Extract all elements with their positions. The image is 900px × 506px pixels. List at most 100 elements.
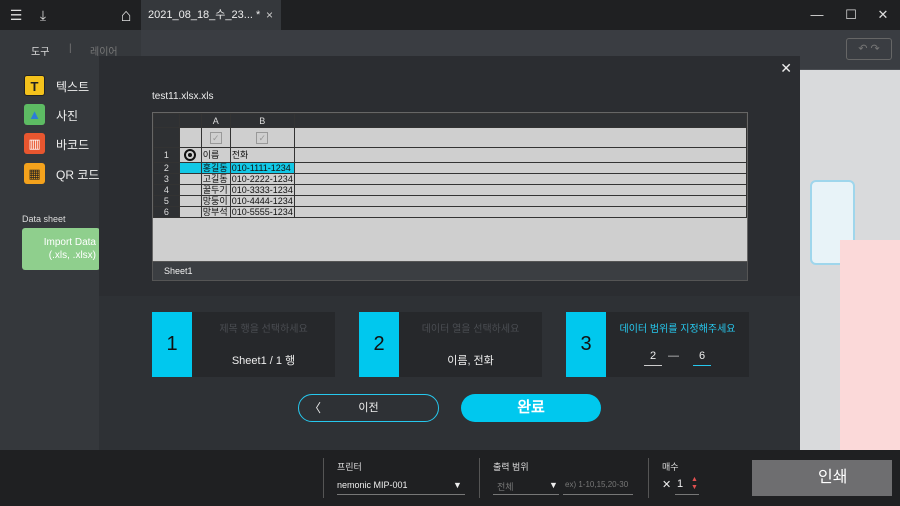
qr-code-icon: ▦	[24, 163, 45, 184]
printer-select[interactable]: nemonic MIP-001	[337, 480, 408, 490]
tool-qrcode-label: QR 코드	[56, 168, 100, 182]
caret-down-icon[interactable]: ▼	[453, 480, 462, 490]
download-icon[interactable]: ⤓	[35, 7, 51, 23]
tool-barcode-label: 바코드	[56, 138, 90, 152]
table-row[interactable]: 6 망부석 010-5555-1234	[153, 206, 748, 218]
copies-stepper-icon[interactable]: ▲ ▼	[691, 476, 698, 492]
table-row[interactable]: 4 꿀두기 010-3333-1234	[153, 184, 748, 196]
column-a-checkbox-cell[interactable]: ✓	[200, 127, 231, 148]
caret-down-icon[interactable]: ▼	[549, 480, 558, 490]
cell-radio-empty	[178, 184, 202, 196]
cell-empty	[293, 206, 748, 218]
dialog-close-icon[interactable]: ✕	[780, 60, 792, 77]
step-title: 제목 행을 선택하세요	[219, 324, 308, 335]
row-number: 1	[153, 147, 180, 163]
tab-separator: |	[69, 43, 72, 54]
copies-multiply-icon: ✕	[662, 479, 672, 491]
spreadsheet-preview: A B ✓ ✓ 1 이름 전화 2 홍길동 010-1111-1234 3 고길…	[152, 112, 748, 262]
menu-icon[interactable]: ☰	[8, 7, 24, 23]
cell-empty	[293, 184, 748, 196]
title-row-radio[interactable]	[184, 149, 197, 161]
cell-radio-empty	[178, 206, 202, 218]
range-inputs: 2 — 6	[606, 350, 749, 368]
cell-b: 010-2222-1234	[229, 173, 295, 185]
cell-b: 010-4444-1234	[229, 195, 295, 207]
printer-select-underline	[337, 494, 465, 495]
step-number: 1	[152, 312, 192, 377]
file-name: test11.xlsx.xls	[152, 91, 214, 102]
table-row[interactable]: 1 이름 전화	[153, 147, 748, 163]
table-row[interactable]: 3 고길동 010-2222-1234	[153, 173, 748, 185]
copies-underline	[675, 494, 699, 495]
import-data-line1: Import Data	[43, 237, 96, 248]
column-b-checkbox-cell[interactable]: ✓	[229, 127, 295, 148]
check-cell-empty	[293, 127, 748, 148]
step-number: 2	[359, 312, 399, 377]
title-row-radio-cell[interactable]	[178, 147, 202, 163]
row-number: 6	[153, 206, 180, 218]
cell-radio-empty	[178, 173, 202, 185]
table-row[interactable]: 5 망둥이 010-4444-1234	[153, 195, 748, 207]
import-data-button[interactable]: Import Data (.xls, .xlsx)	[22, 228, 100, 270]
range-from-input[interactable]: 2	[644, 350, 662, 366]
minimize-button[interactable]: —	[800, 0, 834, 30]
chevron-left-icon: 〈	[309, 401, 322, 415]
cell-b: 전화	[229, 147, 295, 163]
canvas-decoration	[840, 240, 900, 450]
cell-a: 꿀두기	[200, 184, 231, 196]
check-cell-empty	[178, 127, 202, 148]
column-header-b: B	[229, 113, 295, 128]
print-range-underline	[493, 494, 559, 495]
title-bar: ☰ ⤓ ⌂ 2021_08_18_수_23... * × — ☐ ✕	[0, 0, 900, 30]
text-icon: T	[24, 75, 45, 96]
step-title: 데이터 열을 선택하세요	[421, 324, 520, 335]
step-2-data-columns[interactable]: 2 데이터 열을 선택하세요 이름, 전화	[359, 312, 542, 377]
cell-empty	[293, 195, 748, 207]
step-value: Sheet1 / 1 행	[231, 355, 296, 367]
import-data-line2: (.xls, .xlsx)	[48, 250, 96, 261]
undo-redo-button[interactable]: ↶ ↷	[846, 38, 892, 60]
close-window-button[interactable]: ✕	[866, 0, 900, 30]
cell-a: 홍길동	[200, 162, 231, 174]
cell-radio-empty	[178, 162, 202, 174]
tab-document[interactable]: 2021_08_18_수_23... * ×	[141, 0, 281, 30]
import-data-dialog: ✕ test11.xlsx.xls A B ✓ ✓ 1 이름 전화 2 홍길동 …	[99, 56, 800, 450]
previous-button[interactable]: 〈 이전	[298, 394, 439, 422]
photo-icon: ▲	[24, 104, 45, 125]
cell-a: 망부석	[200, 206, 231, 218]
cell-a: 망둥이	[200, 195, 231, 207]
tab-close-icon[interactable]: ×	[266, 0, 273, 30]
sheet-tab[interactable]: Sheet1	[152, 261, 748, 281]
cell-a: 이름	[200, 147, 231, 163]
step-1-title-row[interactable]: 1 제목 행을 선택하세요 Sheet1 / 1 행	[152, 312, 335, 377]
column-header-empty	[293, 113, 748, 128]
copies-input[interactable]: 1	[677, 478, 683, 490]
step-value: 이름, 전화	[447, 355, 494, 367]
cell-b: 010-5555-1234	[229, 206, 295, 218]
tab-tools[interactable]: 도구	[31, 43, 49, 58]
column-header-a: A	[200, 113, 231, 128]
corner-cell	[153, 113, 180, 128]
print-range-input[interactable]: ex) 1-10,15,20-30	[565, 480, 628, 489]
column-b-checkbox[interactable]: ✓	[256, 131, 269, 144]
maximize-button[interactable]: ☐	[834, 0, 868, 30]
spreadsheet-grid: A B ✓ ✓ 1 이름 전화 2 홍길동 010-1111-1234 3 고길…	[153, 113, 748, 218]
table-row[interactable]: 2 홍길동 010-1111-1234	[153, 162, 748, 174]
cell-a: 고길동	[200, 173, 231, 185]
cell-empty	[293, 162, 748, 174]
cell-empty	[293, 147, 748, 163]
printer-label: 프린터	[337, 462, 362, 472]
data-sheet-label: Data sheet	[22, 214, 66, 224]
home-icon[interactable]: ⌂	[118, 6, 134, 24]
print-bar: 프린터 nemonic MIP-001 ▼ 출력 범위 전체 ▼ ex) 1-1…	[0, 450, 900, 506]
column-a-checkbox[interactable]: ✓	[209, 131, 222, 144]
print-button[interactable]: 인쇄	[752, 460, 892, 496]
barcode-icon: ▥	[24, 133, 45, 154]
print-range-select[interactable]: 전체	[497, 480, 514, 493]
row-number: 2	[153, 162, 180, 174]
tool-photo-label: 사진	[56, 109, 79, 123]
range-to-input[interactable]: 6	[693, 350, 711, 366]
done-button[interactable]: 완료	[461, 394, 601, 422]
step-3-data-range[interactable]: 3 데이터 범위를 지정해주세요 2 — 6	[566, 312, 749, 377]
radio-col-header	[178, 113, 202, 128]
